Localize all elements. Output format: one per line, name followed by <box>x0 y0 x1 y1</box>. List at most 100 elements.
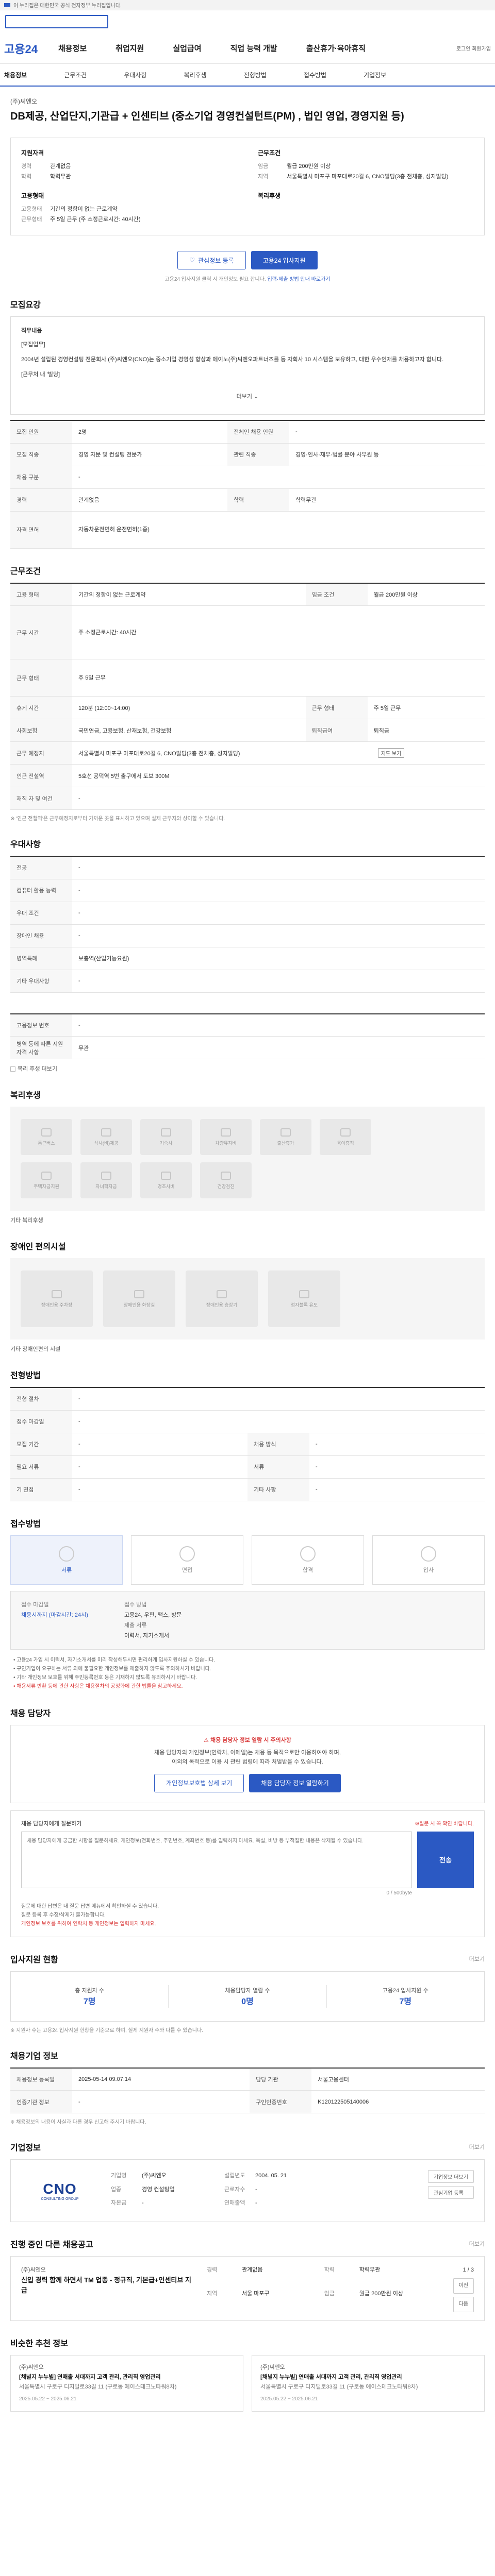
info-key: 기업명 <box>111 2173 127 2179</box>
table-row: 재직 자 및 여건 - <box>10 787 485 810</box>
apply-guide-link[interactable]: 입력·제출 방법 안내 바로가기 <box>267 277 330 282</box>
preferences-table: 전공 - 컴퓨터 활용 능력 - 우대 조건 - 장애인 채용 - 병역특례 보충역(산업… <box>10 856 485 993</box>
table-key: 채용정보 등록일 <box>10 2067 72 2091</box>
company-detail-button[interactable]: 기업정보 더보기 <box>427 2170 474 2183</box>
menu-item-unemployment[interactable]: 실업급여 <box>173 43 201 54</box>
apply-deadline: 접수 마감일 채용시까지 (마감시간: 24시) <box>21 1600 88 1641</box>
table-row: 기 면접 - 기타 사항 - <box>10 1478 485 1501</box>
table-key: 구인인증번호 <box>250 2090 312 2113</box>
table-row: 병역 등에 따른 지원자격 사항 무관 <box>10 1036 485 1059</box>
welfare-more-toggle[interactable]: 복리 후생 더보기 <box>10 1064 485 1073</box>
table-key: 고용정보 번호 <box>10 1013 72 1037</box>
menu-item-training[interactable]: 직업 능력 개발 <box>230 43 277 54</box>
search-input[interactable] <box>5 15 108 28</box>
summary-heading: 고용형태 <box>21 192 44 199</box>
table-value: - <box>72 1013 485 1037</box>
section-title-company: 기업정보 더보기 <box>10 2141 485 2153</box>
company-logo-text: CNO <box>43 2180 77 2197</box>
table-value: 서울특별시 마포구 마포대로20길 6, CNO빌딩(3층 전체층, 성지빌딩) <box>72 741 368 765</box>
process-table: 전형 절차 - 접수 마감일 - 모집 기간 - 채용 방식 - 필요 서류 - 서류 - 기 … <box>10 1387 485 1501</box>
apply-notes: 고용24 가입 시 이력서, 자기소개서를 미리 작성해두시면 편리하게 입사지… <box>10 1656 485 1691</box>
contact-warning: ⚠ 채용 담당자 정보 열람 시 주의사항 채용 담당자의 개인정보(연락처, … <box>10 1724 485 1803</box>
gov-topbar: 이 누리집은 대한민국 공식 전자정부 누리집입니다. <box>0 0 495 10</box>
stat-number: 0명 <box>241 1997 254 2006</box>
tab-process[interactable]: 전형방법 <box>244 71 267 79</box>
stat-label: 고용24 입사지원 수 <box>382 1987 428 1994</box>
info-key: 연매출액 <box>224 2200 245 2207</box>
welfare-item-label: 건강검진 <box>217 1183 235 1189</box>
tab-jobinfo[interactable]: 채용정보 <box>4 71 27 79</box>
extra-table: 고용정보 번호 - 병역 등에 따른 지원자격 사항 무관 <box>10 1013 485 1059</box>
other-job-title[interactable]: 신입 경력 함께 하면서 TM 업종 - 정규직, 기본급+인센티브 지급 <box>21 2275 191 2296</box>
tab-preferences[interactable]: 우대사항 <box>124 71 146 79</box>
inquiry-textarea[interactable] <box>21 1831 412 1888</box>
menu-item-support[interactable]: 취업지원 <box>116 43 144 54</box>
welfare-item: 경조사비 <box>140 1162 192 1198</box>
kv-value: 관계없음 <box>50 163 71 170</box>
other-job-card[interactable]: (주)씨엔오 신입 경력 함께 하면서 TM 업종 - 정규직, 기본급+인센티… <box>10 2256 485 2321</box>
table-key: 채용 방식 <box>248 1433 309 1456</box>
other-more-link[interactable]: 더보기 <box>469 2240 485 2248</box>
similar-card[interactable]: (주)씨엔오 [채널지 누누빌] 연매출 서대까지 고객 관리, 관리직 영업관… <box>252 2355 485 2412</box>
stats-more-link[interactable]: 더보기 <box>469 1955 485 1963</box>
job-header: (주)씨엔오 DB제공, 산업단지,기관급 + 인센티브 (중소기업 경영컨설턴… <box>10 87 485 129</box>
company-name[interactable]: (주)씨엔오 <box>10 97 485 106</box>
stats-row: 총 지원자 수 7명 채용담당자 열람 수 0명 고용24 입사지원 수 7명 <box>10 1971 485 2022</box>
process-step-label: 면접 <box>182 1567 193 1573</box>
desc-more-button[interactable]: 더보기 ⌄ <box>21 385 474 405</box>
table-value: - <box>309 1478 485 1501</box>
table-key: 근무 형태 <box>305 696 368 719</box>
tab-welfare[interactable]: 복리후생 <box>184 71 207 79</box>
section-title-welfare: 복리후생 <box>10 1091 41 1100</box>
tab-conditions[interactable]: 근무조건 <box>64 71 87 79</box>
kv-key: 학력 <box>21 174 32 180</box>
desc-heading: 직무내용 <box>21 328 42 334</box>
menu-item-jobs[interactable]: 채용정보 <box>58 43 87 54</box>
apply-notice-text: 고용24 입사지원 클릭 시 개인정보 필요 합니다. <box>164 277 266 282</box>
summary-heading: 지원자격 <box>21 149 44 157</box>
table-key: 휴게 시간 <box>10 696 72 719</box>
tab-apply[interactable]: 접수방법 <box>304 71 326 79</box>
company-bookmark-button[interactable]: 관심기업 등록 <box>427 2186 474 2199</box>
kv-key: 근무형태 <box>21 216 42 223</box>
privacy-law-button[interactable]: 개인정보보호법 상세 보기 <box>154 1773 244 1792</box>
similar-title[interactable]: [채널지 누누빌] 연매출 서대까지 고객 관리, 관리직 영업관리 <box>19 2372 235 2382</box>
process-step-label: 합격 <box>302 1567 314 1573</box>
bookmark-button[interactable]: ♡ 관심정보 등록 <box>177 251 246 269</box>
inquiry-send-button[interactable]: 전송 <box>417 1831 474 1888</box>
view-contact-button[interactable]: 채용 담당자 정보 열람하기 <box>249 1773 341 1792</box>
similar-card[interactable]: (주)씨엔오 [채널지 누누빌] 연매출 서대까지 고객 관리, 관리직 영업관… <box>10 2355 243 2412</box>
tab-company[interactable]: 기업정보 <box>364 71 386 79</box>
house-icon <box>41 1171 52 1180</box>
table-key: 우대 조건 <box>10 902 72 925</box>
table-row: 휴게 시간 120분 (12:00~14:00) 근무 형태 주 5일 근무 <box>10 696 485 719</box>
table-value: 주 5일 근무 <box>72 659 485 697</box>
other-pager: 1 / 3 이전 다음 <box>453 2265 474 2312</box>
table-value: 경영·인사·재무·법률 분야 사무원 등 <box>289 443 485 466</box>
manage-table: 채용정보 등록일 2025-05-14 09:07:14 담당 기관 서울고용센터 인… <box>10 2067 485 2113</box>
stat-number: 7명 <box>83 1997 96 2006</box>
table-row: 기타 우대사항 - <box>10 970 485 993</box>
next-button[interactable]: 다음 <box>453 2297 474 2312</box>
menu-item-leave[interactable]: 출산휴가·육아휴직 <box>306 43 366 54</box>
map-view-button[interactable]: 지도 보기 <box>377 748 405 758</box>
site-logo[interactable]: 고용24 <box>4 40 38 57</box>
table-value: 월급 200만원 이상 <box>367 583 485 606</box>
company-more-link[interactable]: 더보기 <box>469 2143 485 2151</box>
info-key: 업종 <box>111 2186 122 2193</box>
info-value: - <box>142 2200 144 2207</box>
table-row: 모집 기간 - 채용 방식 - <box>10 1433 485 1456</box>
login-links[interactable]: 로그인 회원가입 <box>456 44 491 52</box>
table-row: 사회보험 국민연금, 고용보험, 산재보험, 건강보험 퇴직급여 퇴직금 <box>10 719 485 742</box>
apply-button[interactable]: 고용24 입사지원 <box>251 251 318 269</box>
restroom-icon <box>134 1290 144 1298</box>
main-menu: 채용정보 취업지원 실업급여 직업 능력 개발 출산휴가·육아휴직 <box>58 43 366 54</box>
inquiry-warning-link[interactable]: ※질문 시 꼭 확인 바랍니다. <box>415 1819 474 1827</box>
prev-button[interactable]: 이전 <box>453 2278 474 2294</box>
table-key: 필요 서류 <box>10 1455 72 1479</box>
inquiry-title: 채용 담당자에게 질문하기 <box>21 1820 82 1827</box>
welfare-icon-grid: 통근버스 식사(비)제공 기숙사 차량유지비 출산휴가 육아휴직 주택자금지원 … <box>10 1107 485 1211</box>
table-value: - <box>72 924 485 947</box>
process-step: 면접 <box>131 1535 243 1585</box>
similar-title[interactable]: [채널지 누누빌] 연매출 서대까지 고객 관리, 관리직 영업관리 <box>260 2372 476 2382</box>
